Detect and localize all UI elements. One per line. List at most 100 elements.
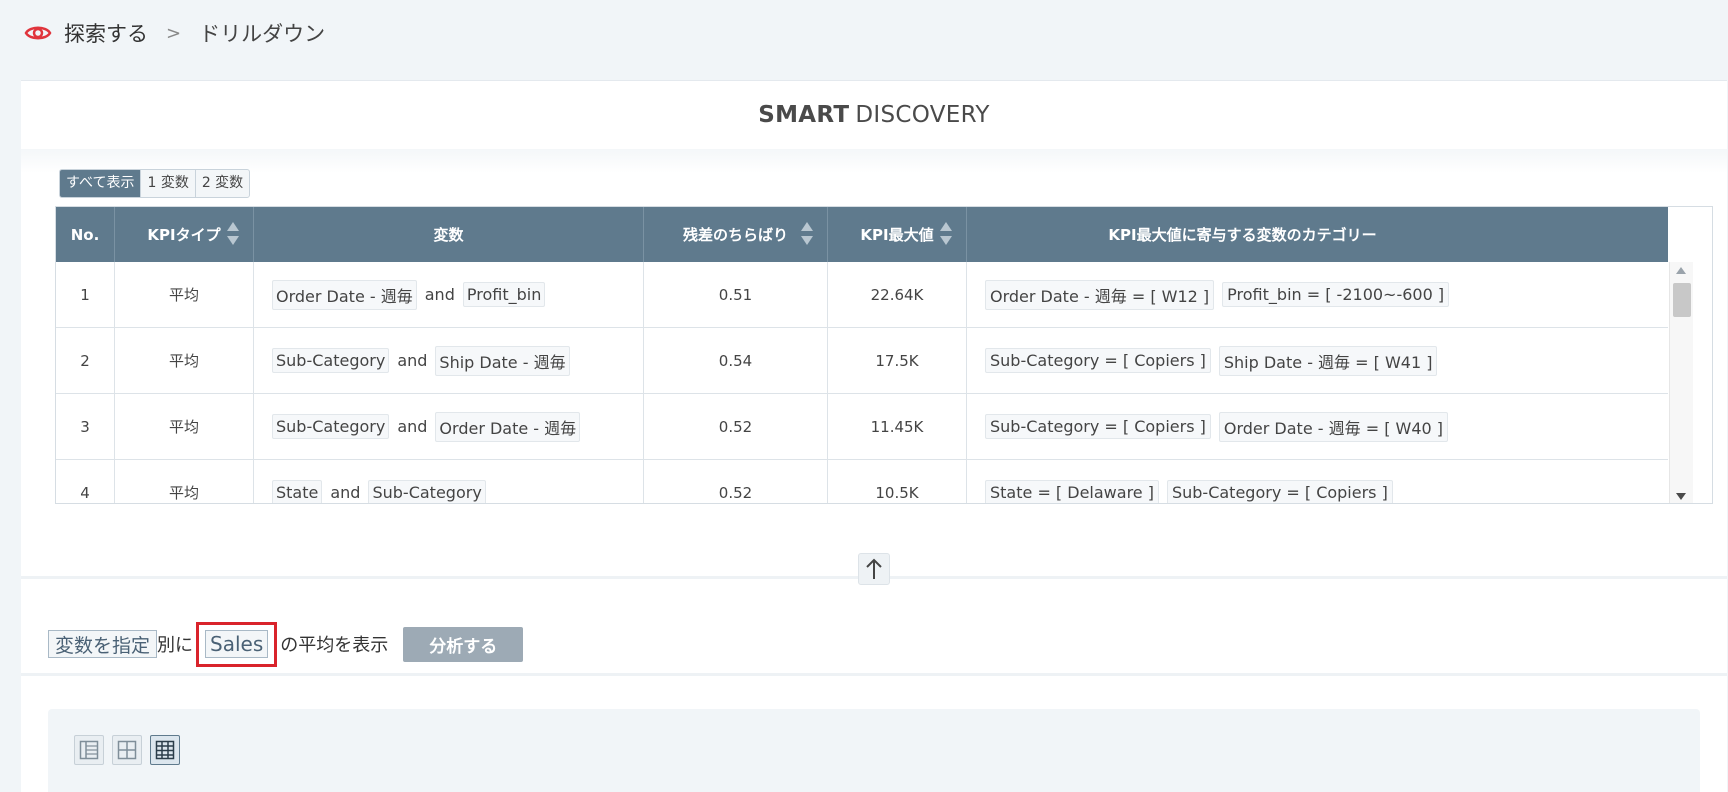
layout-split-button[interactable]	[112, 735, 142, 765]
analysis-bar: 変数を指定 別に Sales の平均を表示 分析する	[48, 621, 524, 667]
cell-variables: Sub-Category and Order Date - 週毎	[254, 394, 644, 459]
scroll-up-icon[interactable]	[1676, 267, 1686, 274]
table-row[interactable]: 2 平均 Sub-Category and Ship Date - 週毎 0.5…	[56, 328, 1668, 394]
cell-no: 2	[56, 328, 115, 393]
variable-chip: Sub-Category	[272, 348, 390, 373]
variable-chip: Sub-Category	[272, 414, 390, 439]
table-row[interactable]: 4 平均 State and Sub-Category 0.52 10.5K S…	[56, 460, 1668, 503]
cell-no: 1	[56, 262, 115, 327]
cell-categories: Sub-Category = [ Copiers ] Order Date - …	[967, 394, 1518, 459]
variable-filter-tabs: すべて表示 1 変数 2 変数	[59, 169, 251, 198]
col-variables-label: 変数	[433, 226, 464, 244]
variable-chip: State	[272, 480, 323, 503]
variable-chip: Sub-Category	[368, 480, 486, 503]
col-kpi-max-label: KPI最大値	[860, 226, 934, 244]
variable-chip: Order Date - 週毎	[272, 279, 417, 310]
filter-two-variables[interactable]: 2 変数	[194, 170, 249, 197]
and-label: and	[330, 483, 361, 502]
cell-kpi-type: 平均	[115, 262, 254, 327]
table-row[interactable]: 3 平均 Sub-Category and Order Date - 週毎 0.…	[56, 394, 1668, 460]
kpi-field-select[interactable]: Sales	[205, 630, 269, 658]
and-label: and	[424, 285, 455, 304]
sort-icon[interactable]	[801, 222, 813, 248]
and-label: and	[397, 417, 428, 436]
cell-kpi-max: 10.5K	[828, 460, 967, 503]
category-chip: Order Date - 週毎 = [ W40 ]	[1218, 411, 1449, 442]
breadcrumb-explore[interactable]: 探索する	[64, 18, 148, 48]
variable-chip: Profit_bin	[462, 282, 546, 307]
cell-residual: 0.51	[644, 262, 828, 327]
scrollbar-thumb[interactable]	[1673, 283, 1691, 317]
specify-variable-button[interactable]: 変数を指定	[48, 630, 158, 658]
col-variables: 変数	[254, 207, 644, 262]
show-average-label: の平均を表示	[280, 635, 389, 656]
cell-kpi-max: 17.5K	[828, 328, 967, 393]
arrow-up-icon	[866, 558, 882, 579]
scroll-down-icon[interactable]	[1676, 493, 1686, 500]
variable-chip: Order Date - 週毎	[435, 411, 581, 442]
col-residual[interactable]: 残差のちらばり	[644, 207, 828, 262]
sort-icon[interactable]	[227, 222, 239, 248]
col-kpi-max[interactable]: KPI最大値	[828, 207, 967, 262]
col-no: No.	[56, 207, 115, 262]
table-row[interactable]: 1 平均 Order Date - 週毎 and Profit_bin 0.51…	[56, 262, 1668, 328]
discovery-table: No. KPIタイプ 変数 残差のちらばり KPI最大値 KPI最大値に寄与する…	[55, 206, 1713, 504]
variable-chip: Ship Date - 週毎	[435, 345, 570, 376]
cell-no: 3	[56, 394, 115, 459]
layout-sidebar-icon	[79, 740, 99, 760]
category-chip: Order Date - 週毎 = [ W12 ]	[985, 279, 1215, 310]
cell-kpi-type: 平均	[115, 460, 254, 503]
layout-toggle-group	[74, 735, 180, 765]
cell-kpi-max: 22.64K	[828, 262, 967, 327]
category-chip: State = [ Delaware ]	[985, 480, 1159, 503]
title-divider	[21, 149, 1727, 173]
eye-icon	[24, 26, 52, 40]
table-body: 1 平均 Order Date - 週毎 and Profit_bin 0.51…	[56, 262, 1668, 503]
col-residual-label: 残差のちらばり	[682, 226, 788, 244]
section-divider	[21, 673, 1727, 676]
cell-variables: Sub-Category and Ship Date - 週毎	[254, 328, 644, 393]
table-header: No. KPIタイプ 変数 残差のちらばり KPI最大値 KPI最大値に寄与する…	[56, 207, 1668, 262]
table-scrollbar[interactable]	[1669, 262, 1712, 503]
cell-variables: State and Sub-Category	[254, 460, 644, 503]
panel-title-bold: SMART	[758, 102, 850, 128]
result-area	[48, 709, 1700, 792]
layout-sidebar-button[interactable]	[74, 735, 104, 765]
and-label: and	[397, 351, 428, 370]
breadcrumb-separator: >	[166, 22, 182, 44]
breadcrumb: 探索する > ドリルダウン	[24, 18, 325, 48]
kpi-field-highlight: Sales	[196, 621, 278, 667]
category-chip: Ship Date - 週毎 = [ W41 ]	[1218, 345, 1438, 376]
cell-kpi-max: 11.45K	[828, 394, 967, 459]
col-categories-label: KPI最大値に寄与する変数のカテゴリー	[1108, 226, 1377, 244]
filter-all[interactable]: すべて表示	[60, 170, 141, 197]
smart-discovery-panel: SMART DISCOVERY すべて表示 1 変数 2 変数 No. KPIタ…	[21, 80, 1727, 792]
scrollbar-track[interactable]	[1669, 262, 1693, 503]
collapse-up-button[interactable]	[858, 553, 890, 585]
category-chip: Sub-Category = [ Copiers ]	[985, 348, 1211, 373]
panel-title: SMART DISCOVERY	[21, 81, 1727, 149]
cell-categories: Sub-Category = [ Copiers ] Ship Date - 週…	[967, 328, 1518, 393]
layout-grid-button[interactable]	[150, 735, 180, 765]
cell-residual: 0.54	[644, 328, 828, 393]
category-chip: Profit_bin = [ -2100~-600 ]	[1222, 282, 1450, 307]
filter-one-variable[interactable]: 1 変数	[140, 170, 194, 197]
cell-categories: State = [ Delaware ] Sub-Category = [ Co…	[967, 460, 1518, 503]
breadcrumb-current: ドリルダウン	[199, 22, 326, 46]
col-categories: KPI最大値に寄与する変数のカテゴリー	[967, 207, 1518, 262]
col-kpi-type-label: KPIタイプ	[147, 226, 221, 244]
sort-icon[interactable]	[940, 222, 952, 248]
layout-split-icon	[117, 740, 137, 760]
analyze-button[interactable]: 分析する	[403, 626, 524, 662]
col-kpi-type[interactable]: KPIタイプ	[115, 207, 254, 262]
cell-residual: 0.52	[644, 460, 828, 503]
cell-residual: 0.52	[644, 394, 828, 459]
cell-categories: Order Date - 週毎 = [ W12 ] Profit_bin = […	[967, 262, 1518, 327]
layout-grid-icon	[155, 740, 175, 760]
category-chip: Sub-Category = [ Copiers ]	[1166, 480, 1393, 503]
panel-title-rest: DISCOVERY	[855, 102, 990, 128]
by-label: 別に	[157, 635, 194, 656]
cell-kpi-type: 平均	[115, 328, 254, 393]
cell-no: 4	[56, 460, 115, 503]
col-no-label: No.	[70, 225, 100, 244]
